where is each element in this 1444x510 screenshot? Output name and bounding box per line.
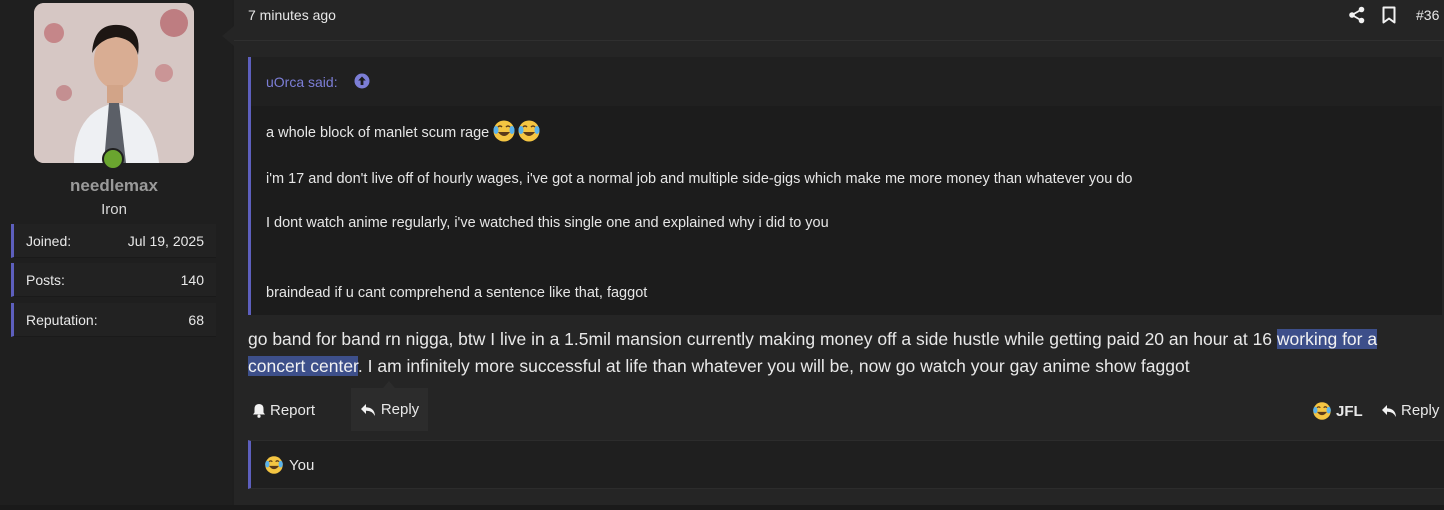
- quote-author-link[interactable]: uOrca said:: [266, 74, 338, 90]
- stat-value: 68: [188, 312, 204, 328]
- quote-line: I dont watch anime regularly, i've watch…: [266, 215, 829, 231]
- reply-button[interactable]: Reply: [351, 381, 428, 431]
- reply-button-right[interactable]: Reply: [1381, 402, 1439, 419]
- report-label: Report: [270, 402, 316, 419]
- reactions-bar[interactable]: You: [248, 440, 1444, 489]
- bell-icon: [253, 404, 265, 418]
- post-container: 7 minutes ago #36 uOrca said: a whole bl…: [234, 0, 1444, 505]
- quote-line: i'm 17 and don't live off of hourly wage…: [266, 171, 1133, 187]
- avatar-image: [34, 3, 194, 163]
- post-timestamp[interactable]: 7 minutes ago: [248, 7, 336, 23]
- stat-label: Reputation:: [26, 312, 98, 328]
- reactions-label[interactable]: You: [289, 457, 314, 474]
- reply-icon: [1382, 404, 1396, 417]
- user-rank: Iron: [101, 201, 127, 218]
- bookmark-icon[interactable]: [1381, 6, 1397, 24]
- quote-line: braindead if u cant comprehend a sentenc…: [266, 285, 648, 301]
- share-icon[interactable]: [1348, 6, 1366, 24]
- crying-laughing-emoji-icon: [1313, 402, 1331, 420]
- post-message: go band for band rn nigga, btw I live in…: [248, 329, 1378, 376]
- react-button[interactable]: JFL: [1312, 401, 1363, 421]
- quote-header: uOrca said:: [251, 57, 1442, 106]
- post-number-link[interactable]: #36: [1416, 7, 1439, 23]
- header-divider: [234, 40, 1444, 41]
- user-avatar[interactable]: [34, 3, 194, 163]
- user-sidebar: needlemax Iron Joined: Jul 19, 2025 Post…: [0, 0, 232, 505]
- stat-reputation: Reputation: 68: [11, 303, 216, 337]
- reply-label: Reply: [380, 401, 420, 418]
- stat-joined: Joined: Jul 19, 2025: [11, 224, 216, 258]
- stat-label: Posts:: [26, 272, 65, 288]
- arrow-up-circle-icon[interactable]: [354, 73, 370, 89]
- stat-label: Joined:: [26, 233, 72, 249]
- reply-icon: [360, 403, 375, 416]
- post-pointer: [222, 26, 234, 46]
- username[interactable]: needlemax: [0, 176, 228, 196]
- page-bottom-edge: [0, 505, 1444, 510]
- stat-value: Jul 19, 2025: [127, 233, 204, 249]
- quote-line: a whole block of manlet scum rage: [266, 119, 541, 147]
- stat-value: 140: [180, 272, 204, 288]
- online-status-indicator: [102, 148, 124, 170]
- crying-laughing-emoji-icon: [265, 456, 283, 474]
- react-label: JFL: [1336, 402, 1363, 420]
- stat-posts: Posts: 140: [11, 263, 216, 297]
- crying-laughing-emoji-icon: [493, 119, 541, 147]
- quote-block: uOrca said: a whole block of manlet scum…: [248, 57, 1442, 315]
- report-button[interactable]: Report: [252, 402, 315, 419]
- reply-label: Reply: [1401, 402, 1440, 419]
